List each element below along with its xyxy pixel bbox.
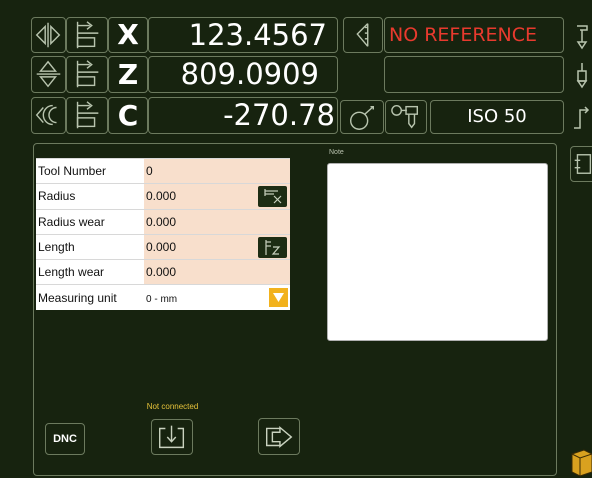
table-row: Radius 0.000	[36, 183, 290, 209]
tool-change-icon[interactable]	[572, 18, 592, 52]
table-row: Measuring unit 0 - mm	[36, 284, 290, 310]
tool-data-table: Tool Number 0 Radius 0.000 Radius wear 0…	[36, 157, 290, 310]
length-wear-label: Length wear	[36, 258, 144, 285]
import-button[interactable]	[151, 419, 193, 455]
measuring-unit-value: 0 - mm	[146, 293, 178, 305]
axis-z-label: Z	[108, 56, 148, 93]
table-row: Length 0.000	[36, 233, 290, 260]
tool-offset-icon[interactable]	[66, 56, 108, 93]
table-row: Radius wear 0.000	[36, 208, 290, 235]
export-button[interactable]	[258, 418, 300, 455]
radius-wear-field[interactable]: 0.000	[144, 208, 290, 235]
table-row: Tool Number 0	[36, 157, 290, 184]
chevron-down-icon[interactable]	[269, 288, 288, 308]
axis-c-rotation-icon[interactable]	[31, 97, 66, 134]
magazine-icon[interactable]	[570, 444, 592, 478]
measuring-unit-label: Measuring unit	[36, 284, 144, 310]
axis-z-position[interactable]: 809.0909	[148, 56, 338, 93]
axis-x-letter: X	[117, 18, 139, 51]
measuring-unit-select[interactable]: 0 - mm	[144, 284, 290, 310]
tool-change-icon[interactable]	[572, 57, 592, 91]
length-wear-field[interactable]: 0.000	[144, 258, 290, 285]
table-row: Length wear 0.000	[36, 258, 290, 285]
c-axis-orient-icon[interactable]	[570, 146, 592, 182]
export-icon	[265, 425, 293, 448]
axis-z-arrows-icon[interactable]	[31, 56, 66, 93]
dnc-button[interactable]: DNC	[45, 423, 85, 455]
length-wear-value: 0.000	[146, 265, 177, 280]
axis-c-position[interactable]: -270.78	[148, 97, 338, 134]
note-label: Note	[329, 149, 344, 156]
radius-wear-label: Radius wear	[36, 208, 144, 235]
length-value: 0.000	[146, 239, 177, 254]
radius-wear-value: 0.000	[146, 214, 177, 229]
axis-z-value: 809.0909	[180, 57, 319, 91]
dnc-button-label: DNC	[53, 433, 77, 445]
tool-offset-icon[interactable]	[66, 17, 108, 53]
tool-number-label: Tool Number	[36, 157, 144, 184]
spindle-tool-icon[interactable]	[385, 100, 427, 134]
radius-value: 0.000	[146, 189, 177, 204]
spindle-taper: ISO 50	[430, 100, 564, 134]
cnc-app: X 123.4567 NO REFERENCE Z 809.0909 C -27…	[0, 0, 592, 483]
radius-measure-icon[interactable]	[258, 186, 287, 208]
radius-label: Radius	[36, 183, 144, 209]
radius-field[interactable]: 0.000	[144, 183, 290, 209]
reference-scale-icon[interactable]	[343, 17, 383, 53]
tool-change-icon[interactable]	[570, 100, 592, 134]
length-measure-icon[interactable]	[258, 236, 287, 258]
empty-slot	[384, 56, 564, 93]
axis-c-value: -270.78	[223, 98, 335, 132]
length-label: Length	[36, 233, 144, 260]
c-axis-index-icon[interactable]	[340, 100, 384, 134]
note-textarea[interactable]	[327, 163, 548, 341]
tool-number-value: 0	[146, 164, 153, 179]
tool-number-field[interactable]: 0	[144, 157, 290, 184]
axis-x-value: 123.4567	[188, 18, 327, 52]
length-field[interactable]: 0.000	[144, 233, 290, 260]
axis-z-letter: Z	[117, 58, 139, 91]
axis-c-label: C	[108, 97, 148, 134]
import-icon	[159, 425, 185, 449]
spindle-taper-text: ISO 50	[467, 106, 527, 127]
reference-status-text: NO REFERENCE	[389, 24, 538, 46]
tool-offset-icon[interactable]	[66, 97, 108, 134]
axis-c-letter: C	[117, 99, 139, 132]
axis-x-label: X	[108, 17, 148, 53]
reference-status: NO REFERENCE	[384, 17, 564, 53]
bottom-strip	[0, 478, 592, 483]
axis-x-position[interactable]: 123.4567	[148, 17, 338, 53]
connection-status: Not connected	[146, 402, 199, 411]
axis-x-arrows-icon[interactable]	[31, 17, 66, 53]
